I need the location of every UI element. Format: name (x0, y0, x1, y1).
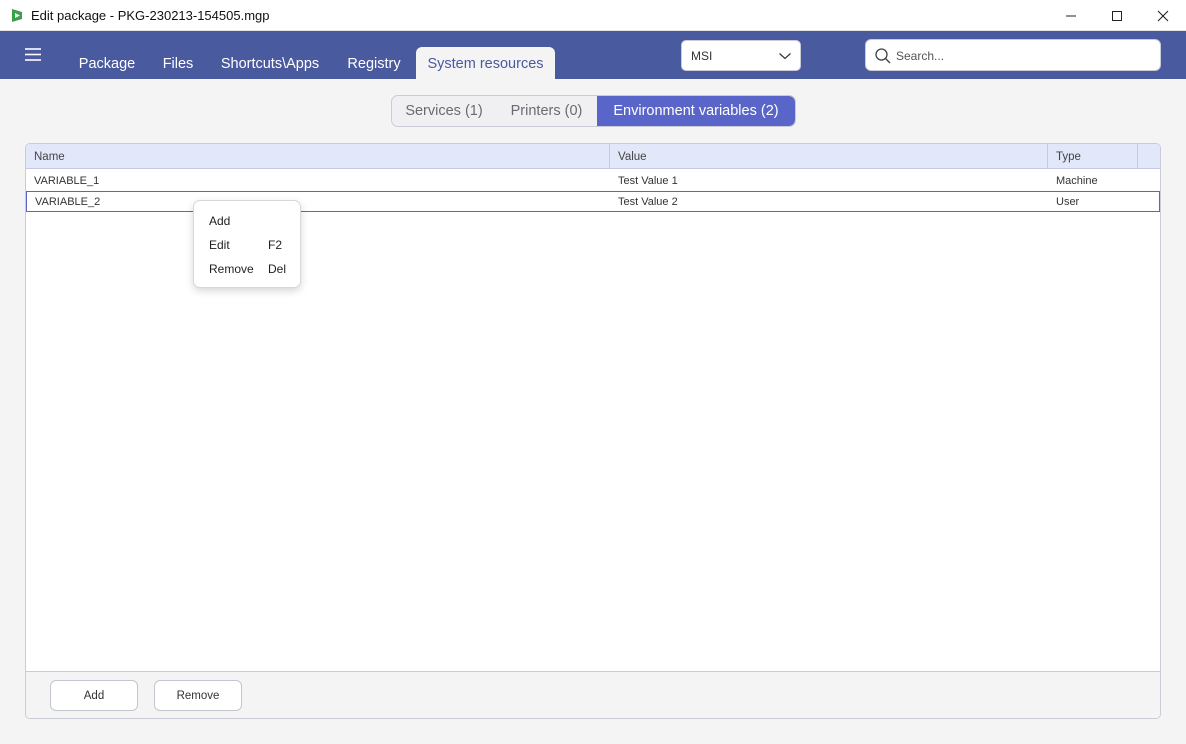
window-bottom-edge (0, 740, 1186, 744)
context-menu-add[interactable]: Add (194, 210, 300, 232)
context-menu: Add Edit F2 Remove Del (193, 200, 301, 288)
package-type-value: MSI (691, 49, 713, 63)
subtab-environment-variables[interactable]: Environment variables (2) (597, 96, 795, 126)
search-input[interactable] (896, 46, 1151, 66)
cell-value: Test Value 2 (618, 195, 678, 208)
tab-shortcuts-apps[interactable]: Shortcuts\Apps (212, 47, 328, 79)
context-menu-label: Add (209, 214, 231, 228)
tab-system-resources[interactable]: System resources (416, 47, 555, 79)
header-bar: Package Files Shortcuts\Apps Registry Sy… (0, 31, 1186, 79)
chevron-down-icon (779, 53, 791, 60)
window-title: Edit package - PKG-230213-154505.mgp (31, 8, 270, 23)
tab-files[interactable]: Files (152, 47, 204, 79)
app-logo-icon (12, 9, 22, 22)
cell-type: User (1056, 195, 1080, 208)
context-menu-remove[interactable]: Remove Del (194, 258, 300, 280)
subtab-services[interactable]: Services (1) (392, 96, 496, 126)
cell-name: VARIABLE_1 (34, 174, 100, 187)
remove-button[interactable]: Remove (154, 680, 242, 711)
column-header-type[interactable]: Type (1048, 144, 1138, 169)
tab-package[interactable]: Package (70, 47, 144, 79)
add-button[interactable]: Add (50, 680, 138, 711)
table-header: Name Value Type (26, 144, 1160, 169)
column-header-value[interactable]: Value (610, 144, 1048, 169)
search-icon (875, 48, 891, 64)
maximize-icon (1112, 10, 1122, 21)
context-menu-shortcut: F2 (268, 238, 283, 252)
table-row[interactable]: VARIABLE_1 Test Value 1 Machine (26, 171, 1160, 192)
context-menu-label: Remove (209, 262, 254, 276)
minimize-button[interactable] (1048, 0, 1094, 31)
cell-value: Test Value 1 (618, 174, 678, 187)
menu-icon[interactable] (23, 47, 43, 63)
search-box[interactable] (865, 39, 1161, 71)
close-button[interactable] (1140, 0, 1186, 31)
minimize-icon (1066, 15, 1076, 16)
column-header-name[interactable]: Name (26, 144, 610, 169)
table-footer: Add Remove (26, 671, 1160, 718)
subtab-printers[interactable]: Printers (0) (496, 96, 597, 126)
package-type-select[interactable]: MSI (681, 40, 801, 71)
subtab-bar: Services (1) Printers (0) Environment va… (391, 95, 796, 127)
tab-registry[interactable]: Registry (338, 47, 410, 79)
context-menu-shortcut: Del (268, 262, 287, 276)
maximize-button[interactable] (1094, 0, 1140, 31)
context-menu-edit[interactable]: Edit F2 (194, 234, 300, 256)
title-bar: Edit package - PKG-230213-154505.mgp (0, 0, 1186, 31)
close-icon (1157, 10, 1169, 21)
cell-type: Machine (1056, 174, 1098, 187)
context-menu-label: Edit (209, 238, 230, 252)
cell-name: VARIABLE_2 (35, 195, 101, 208)
